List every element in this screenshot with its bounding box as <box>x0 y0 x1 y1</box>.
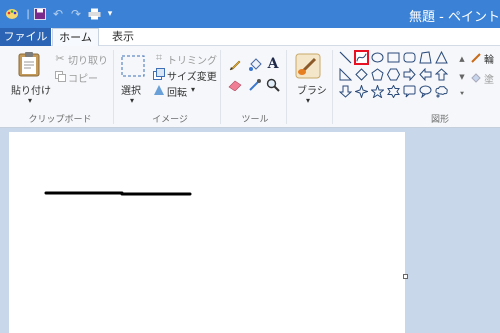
shapes-gallery <box>338 50 456 102</box>
magnifier-icon[interactable] <box>266 78 280 92</box>
fill-button[interactable]: 塗 <box>484 71 494 86</box>
color-picker-icon[interactable] <box>248 78 262 92</box>
fill-icon[interactable] <box>470 72 482 84</box>
paste-button[interactable]: 貼り付け <box>11 82 51 97</box>
rotate-icon[interactable] <box>153 84 165 96</box>
paint-app-icon[interactable] <box>4 6 20 22</box>
image-group-label: イメージ <box>152 115 188 125</box>
copy-icon[interactable] <box>54 70 66 82</box>
rotate-button[interactable]: 回転 <box>167 84 187 99</box>
copy-button[interactable]: コピー <box>68 70 98 85</box>
redo-icon[interactable]: ↷ <box>68 6 84 22</box>
window-title: 無題 - ペイント <box>409 10 500 25</box>
undo-icon[interactable]: ↶ <box>50 6 66 22</box>
resize-button[interactable]: サイズ変更 <box>167 68 217 83</box>
pencil-icon[interactable] <box>228 58 242 72</box>
customize-qat-icon[interactable]: ▾ <box>102 6 118 22</box>
rectangle-shape-icon[interactable] <box>386 50 401 65</box>
drawing-canvas[interactable] <box>9 132 405 333</box>
select-button[interactable]: 選択 <box>121 82 141 97</box>
tab-home[interactable]: ホーム <box>52 28 99 47</box>
gallery-scroll-down-icon[interactable]: ▼ <box>458 70 466 84</box>
rounded-callout-shape-icon[interactable] <box>402 84 417 99</box>
five-point-star-shape-icon[interactable] <box>370 84 385 99</box>
polygon-shape-icon[interactable] <box>418 50 433 65</box>
fill-bucket-icon[interactable] <box>248 58 262 72</box>
brushes-dropdown-icon[interactable]: ▾ <box>306 96 310 105</box>
save-icon[interactable] <box>32 6 48 22</box>
gallery-more-icon[interactable]: ⯆ <box>458 88 466 100</box>
right-arrow-shape-icon[interactable] <box>402 67 417 82</box>
canvas-drawing <box>44 191 192 196</box>
diamond-shape-icon[interactable] <box>354 67 369 82</box>
oval-shape-icon[interactable] <box>370 50 385 65</box>
triangle-shape-icon[interactable] <box>434 50 449 65</box>
cloud-callout-shape-icon[interactable] <box>434 84 449 99</box>
crop-icon[interactable]: ⌗ <box>153 51 165 64</box>
print-icon[interactable] <box>86 6 102 22</box>
tab-view[interactable]: 表示 <box>101 28 145 46</box>
pentagon-shape-icon[interactable] <box>370 67 385 82</box>
hexagon-shape-icon[interactable] <box>386 67 401 82</box>
cut-button[interactable]: 切り取り <box>68 52 108 67</box>
divider <box>220 50 221 124</box>
line-shape-icon[interactable] <box>338 50 353 65</box>
down-arrow-shape-icon[interactable] <box>338 84 353 99</box>
brushes-button[interactable]: ブラシ <box>297 82 327 97</box>
outline-icon[interactable] <box>470 52 482 64</box>
left-arrow-shape-icon[interactable] <box>418 67 433 82</box>
workspace <box>0 128 500 333</box>
ribbon: 貼り付け ▾ ✂ 切り取り コピー クリップボード 選択 ▾ ⌗ トリミング サ… <box>0 46 500 128</box>
crop-button[interactable]: トリミング <box>167 52 217 67</box>
outline-button[interactable]: 輪 <box>484 51 494 66</box>
select-dropdown-icon[interactable]: ▾ <box>130 96 134 105</box>
tab-file[interactable]: ファイル <box>0 28 51 46</box>
divider <box>332 50 333 124</box>
select-icon[interactable] <box>120 54 146 78</box>
title-bar: | ↶ ↷ ▾ 無題 - ペイント <box>0 0 500 28</box>
paste-dropdown-icon[interactable]: ▾ <box>28 96 32 105</box>
brush-icon[interactable] <box>294 52 322 80</box>
divider <box>286 50 287 124</box>
divider <box>113 50 114 124</box>
four-point-star-shape-icon[interactable] <box>354 84 369 99</box>
oval-callout-shape-icon[interactable] <box>418 84 433 99</box>
tools-group-label: ツール <box>241 115 269 125</box>
six-point-star-shape-icon[interactable] <box>386 84 401 99</box>
up-arrow-shape-icon[interactable] <box>434 67 449 82</box>
resize-icon[interactable] <box>153 68 165 80</box>
clipboard-icon[interactable] <box>16 50 42 78</box>
right-triangle-shape-icon[interactable] <box>338 67 353 82</box>
canvas-resize-handle[interactable] <box>403 274 408 279</box>
rotate-dropdown-icon[interactable]: ▾ <box>191 85 195 94</box>
shapes-group-label: 図形 <box>430 115 449 125</box>
eraser-icon[interactable] <box>228 78 242 92</box>
curve-shape-icon[interactable] <box>354 50 369 65</box>
ribbon-tabs: ファイル ホーム 表示 <box>0 28 500 47</box>
text-tool-icon[interactable]: A <box>266 56 280 72</box>
scissors-icon[interactable]: ✂ <box>54 52 66 65</box>
rounded-rectangle-shape-icon[interactable] <box>402 50 417 65</box>
clipboard-group-label: クリップボード <box>28 115 92 125</box>
gallery-scroll-up-icon[interactable]: ▲ <box>458 52 466 66</box>
